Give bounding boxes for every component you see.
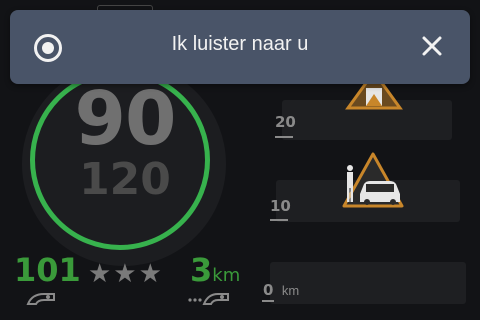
distance-unit: km (212, 265, 241, 286)
current-speed: 90 (74, 76, 177, 162)
rating-count: 101 (14, 251, 81, 289)
warning-distance-3: 0 km (263, 282, 299, 300)
warning-bar-3 (270, 262, 466, 304)
warning-distance-3-value: 0 (263, 281, 274, 299)
close-icon[interactable] (420, 34, 444, 58)
notification-message: Ik luister naar u (171, 33, 309, 55)
speed-limit: 120 (79, 154, 171, 205)
warning-distance-1: 20 (275, 113, 296, 131)
distance-underline-3 (262, 300, 274, 302)
rating-stars: ★★★ (88, 258, 164, 288)
distance-stat: 3km (190, 254, 240, 286)
distance-value: 3 (190, 251, 213, 289)
warning-distance-3-unit: km (281, 283, 300, 298)
warning-distance-2: 10 (270, 197, 291, 215)
speed-camera-icon (26, 293, 55, 305)
distance-underline-1 (275, 136, 293, 138)
distance-underline-2 (270, 219, 288, 221)
warning-triangle-person-car-icon (342, 152, 404, 208)
record-icon (34, 34, 62, 62)
speed-camera-ahead-icon (188, 293, 229, 305)
